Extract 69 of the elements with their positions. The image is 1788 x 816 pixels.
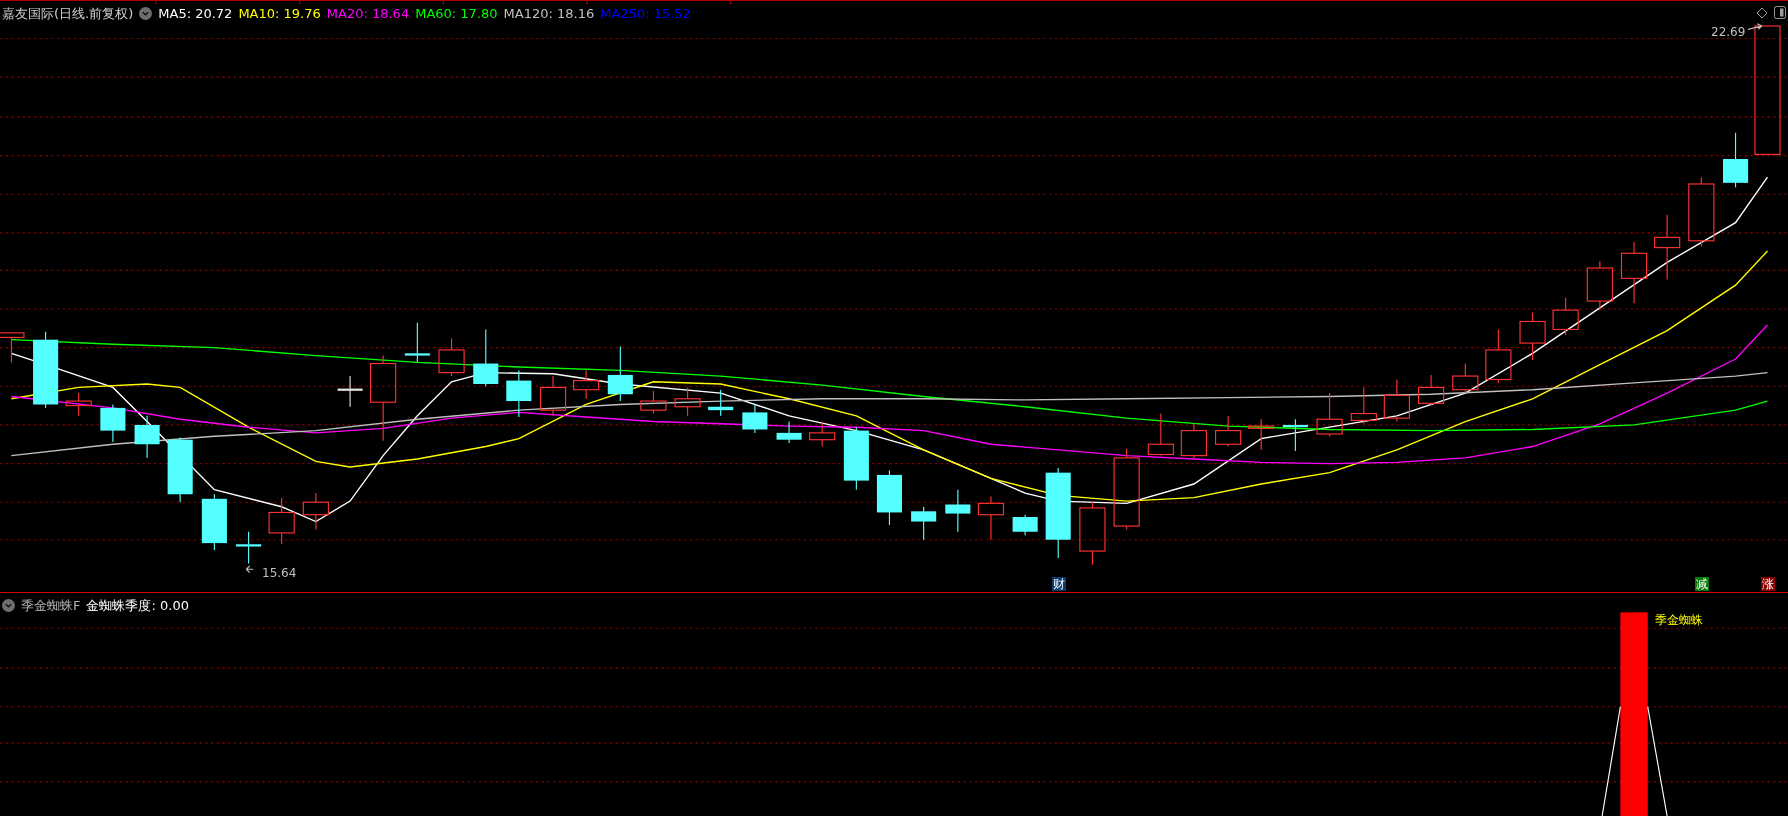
moving-average-label: MA10: 19.76 bbox=[238, 5, 321, 23]
candlestick bbox=[1248, 418, 1275, 451]
candlestick bbox=[1079, 501, 1106, 566]
moving-average-label: MA5: 20.72 bbox=[158, 5, 233, 23]
candlestick bbox=[337, 375, 363, 408]
candlestick bbox=[268, 497, 295, 545]
price-label: 15.64 bbox=[262, 565, 297, 582]
candlestick bbox=[573, 369, 600, 400]
candlestick bbox=[1383, 378, 1410, 423]
moving-average-label: MA250: 15.52 bbox=[600, 5, 691, 23]
dropdown-icon[interactable] bbox=[139, 7, 153, 21]
candlestick bbox=[1417, 374, 1445, 407]
candlestick bbox=[302, 492, 329, 531]
candlestick bbox=[65, 392, 92, 417]
price-label: 22.69 bbox=[1711, 24, 1746, 41]
indicator-reading: 金蜘蛛季度: 0.00 bbox=[86, 597, 189, 615]
stock-title: 嘉友国际(日线.前复权) bbox=[2, 5, 134, 23]
candlestick bbox=[100, 403, 126, 443]
leader-line bbox=[1747, 23, 1763, 30]
indicator-name: 季金蜘蛛F bbox=[21, 597, 81, 615]
candlestick bbox=[134, 415, 160, 459]
candlestick bbox=[1215, 415, 1242, 448]
candlestick bbox=[843, 426, 869, 491]
panel-toggle-icon[interactable] bbox=[1774, 6, 1786, 19]
candlestick bbox=[404, 322, 430, 363]
leader-line bbox=[245, 565, 254, 574]
event-marker[interactable]: 涨 bbox=[1761, 577, 1775, 591]
diamond-icon[interactable] bbox=[1756, 7, 1768, 19]
candlestick bbox=[1552, 297, 1579, 336]
candlestick bbox=[1586, 260, 1613, 311]
candlestick bbox=[539, 375, 567, 417]
candlestick bbox=[1688, 176, 1715, 248]
candlestick bbox=[1620, 241, 1648, 304]
candlestick bbox=[1485, 328, 1512, 384]
candlestick bbox=[1723, 132, 1749, 188]
moving-average-label: MA60: 17.80 bbox=[415, 5, 498, 23]
moving-average-label: MA20: 18.64 bbox=[326, 5, 410, 23]
candlestick bbox=[1282, 418, 1308, 452]
candlestick bbox=[236, 531, 262, 565]
candlestick bbox=[776, 420, 802, 444]
candlestick bbox=[945, 489, 971, 533]
candlestick bbox=[1012, 514, 1038, 536]
candlestick bbox=[809, 420, 836, 448]
candlestick bbox=[1350, 386, 1377, 425]
candlestick bbox=[607, 345, 633, 402]
moving-average-label: MA120: 18.16 bbox=[503, 5, 595, 23]
candlestick bbox=[438, 338, 465, 377]
candlestick bbox=[0, 332, 25, 363]
candlestick bbox=[640, 390, 667, 415]
candlestick bbox=[876, 469, 902, 526]
candlestick bbox=[708, 389, 734, 417]
candlestick bbox=[1654, 214, 1681, 280]
candlestick bbox=[201, 493, 227, 551]
candlestick bbox=[1519, 311, 1546, 361]
event-marker[interactable]: 财 bbox=[1052, 577, 1066, 591]
candlestick bbox=[1316, 392, 1343, 437]
candlestick bbox=[674, 386, 701, 417]
candlestick bbox=[977, 495, 1005, 541]
candlestick bbox=[473, 328, 499, 387]
candlestick bbox=[1452, 363, 1479, 394]
candlestick bbox=[506, 369, 532, 418]
event-marker[interactable]: 减 bbox=[1695, 577, 1709, 591]
candlestick bbox=[167, 436, 193, 503]
candlestick bbox=[1147, 413, 1174, 457]
signal-label: 季金蜘蛛 bbox=[1655, 612, 1703, 629]
candlestick bbox=[911, 506, 937, 541]
candlestick bbox=[1180, 423, 1207, 459]
candlestick bbox=[742, 403, 768, 434]
dropdown-icon[interactable] bbox=[2, 599, 15, 613]
